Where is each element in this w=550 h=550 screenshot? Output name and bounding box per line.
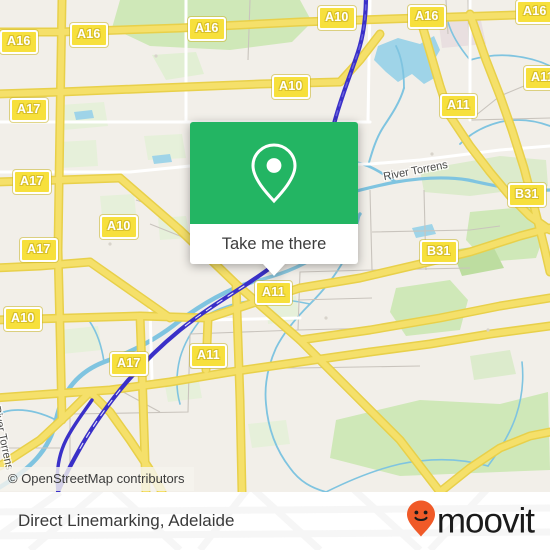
moovit-logo[interactable]: moovit	[406, 500, 535, 543]
road-shield-a16: A16	[70, 23, 108, 47]
road-shield-b31: B31	[508, 183, 546, 207]
road-shield-a17: A17	[20, 238, 58, 262]
map-pin-icon	[246, 140, 302, 206]
road-shield-a11: A11	[524, 66, 550, 90]
road-shield-a16: A16	[408, 5, 446, 29]
road-shield-a10: A10	[318, 6, 356, 30]
take-me-there-button[interactable]: Take me there	[222, 235, 327, 254]
popup-action-area[interactable]: Take me there	[190, 224, 358, 264]
openstreetmap-attribution[interactable]: © OpenStreetMap contributors	[0, 467, 194, 491]
road-shield-a10: A10	[100, 215, 138, 239]
road-shield-a17: A17	[110, 352, 148, 376]
road-shield-a16: A16	[188, 17, 226, 41]
road-shield-a16: A16	[0, 30, 38, 54]
road-shield-a16: A16	[516, 0, 550, 24]
moovit-pin-smiley-icon	[406, 500, 436, 543]
road-shield-a10: A10	[4, 307, 42, 331]
road-shield-a17: A17	[13, 170, 51, 194]
road-shield-a11: A11	[440, 94, 477, 118]
footer-bar: Direct Linemarking, Adelaide moovit	[0, 492, 550, 550]
road-shield-a11: A11	[190, 344, 227, 368]
road-shield-a11: A11	[255, 281, 292, 305]
road-shield-a17: A17	[10, 98, 48, 122]
road-shield-b31: B31	[420, 240, 458, 264]
moovit-wordmark: moovit	[436, 501, 535, 541]
map-screenshot: A16 A16 A16 A10 A16 A16 A10 A11 A17 A11 A17 B31 A10 B…	[0, 0, 550, 550]
popup-pointer-tail	[263, 264, 285, 276]
road-shield-a10: A10	[272, 75, 310, 99]
popup-image-area	[190, 122, 358, 224]
place-title: Direct Linemarking, Adelaide	[18, 511, 235, 530]
location-popup-card[interactable]: Take me there	[190, 122, 358, 276]
